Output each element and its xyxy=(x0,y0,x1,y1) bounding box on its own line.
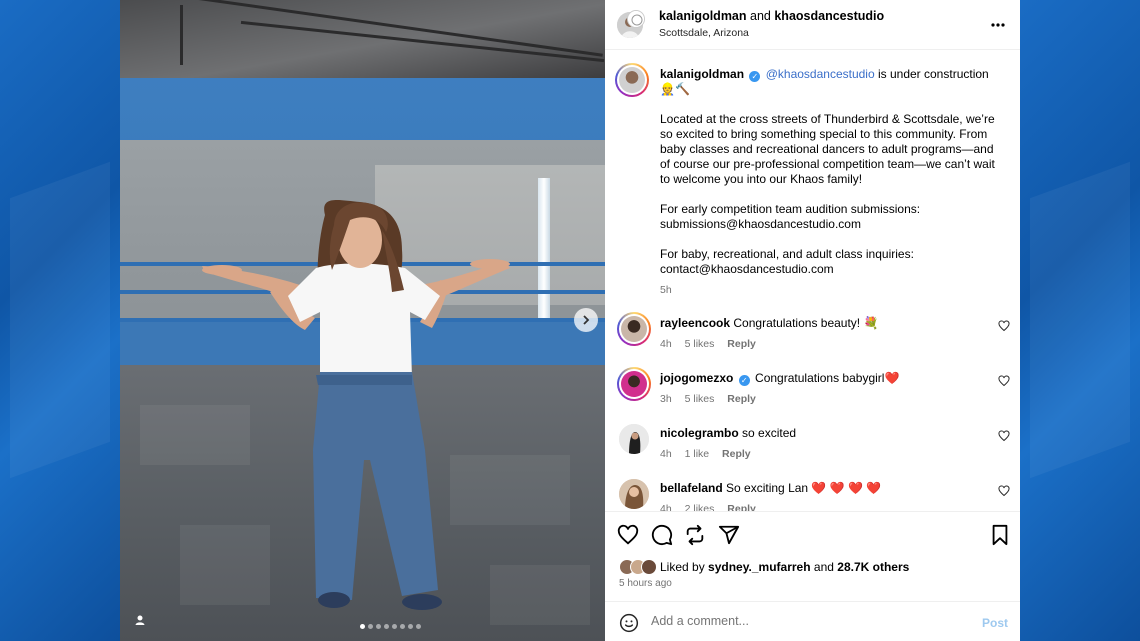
carousel-next-button[interactable] xyxy=(574,308,598,332)
author-username[interactable]: kalanigoldman xyxy=(659,9,747,23)
comment-likes[interactable]: 2 likes xyxy=(685,503,715,511)
liker-username[interactable]: sydney._mufarreh xyxy=(708,560,811,574)
comment-reply-button[interactable]: Reply xyxy=(727,338,756,350)
likes-summary[interactable]: Liked by sydney._mufarreh and 28.7K othe… xyxy=(619,559,909,575)
comment-avatar[interactable] xyxy=(617,367,651,401)
collaborator-username[interactable]: khaosdancestudio xyxy=(774,9,884,23)
likes-joiner: and xyxy=(813,560,834,574)
comment-likes[interactable]: 5 likes xyxy=(685,338,715,350)
comment-likes[interactable]: 5 likes xyxy=(685,393,715,405)
caption-text: kalanigoldman ✓ @khaosdancestudio is und… xyxy=(660,67,1005,298)
chevron-right-icon xyxy=(583,315,590,325)
comment-item: bellafeland So exciting Lan ❤️ ❤️ ❤️ ❤️ … xyxy=(605,477,1020,511)
comment-avatar[interactable] xyxy=(617,312,651,346)
comment-reply-button[interactable]: Reply xyxy=(727,503,756,511)
likes-prefix: Liked by xyxy=(660,560,705,574)
bookmark-icon[interactable] xyxy=(989,524,1011,546)
comments-scroll-area[interactable]: kalanigoldman ✓ @khaosdancestudio is und… xyxy=(605,51,1020,511)
comment-body: So exciting Lan ❤️ ❤️ ❤️ ❤️ xyxy=(726,481,882,495)
carousel-dot xyxy=(383,624,389,629)
verified-badge-icon: ✓ xyxy=(738,375,750,386)
comment-avatar[interactable] xyxy=(619,479,649,509)
caption-paragraph-1: Located at the cross streets of Thunderb… xyxy=(660,112,995,186)
comment-meta: 4h 1 like Reply xyxy=(660,448,761,460)
comment-like-heart-icon[interactable] xyxy=(998,485,1010,497)
comment-text: jojogomezxo ✓ Congratulations babygirl❤️ xyxy=(660,371,980,386)
comment-time[interactable]: 4h xyxy=(660,503,672,511)
comment-username[interactable]: rayleencook xyxy=(660,316,730,330)
post-author-names: kalanigoldman and khaosdancestudio xyxy=(659,9,884,23)
caption-paragraph-2-line-1: For early competition team audition subm… xyxy=(660,202,921,216)
comment-time[interactable]: 3h xyxy=(660,393,672,405)
comment-item: jojogomezxo ✓ Congratulations babygirl❤️… xyxy=(605,367,1020,417)
repost-icon[interactable] xyxy=(684,524,706,546)
carousel-dots xyxy=(120,624,605,629)
comment-username[interactable]: bellafeland xyxy=(660,481,723,495)
caption-paragraph-2-line-2: submissions@khaosdancestudio.com xyxy=(660,217,861,231)
liker-avatar xyxy=(641,559,657,575)
comment-avatar[interactable] xyxy=(619,424,649,454)
person-figure xyxy=(202,199,510,610)
comment-username[interactable]: nicolegrambo xyxy=(660,426,739,440)
post-age[interactable]: 5 hours ago xyxy=(619,578,672,589)
post-details-panel: kalanigoldman and khaosdancestudio Scott… xyxy=(605,0,1020,641)
comment-item: nicolegrambo so excited 4h 1 like Reply xyxy=(605,422,1020,472)
comment-reply-button[interactable]: Reply xyxy=(722,448,751,460)
comment-reply-button[interactable]: Reply xyxy=(727,393,756,405)
author-joiner: and xyxy=(750,9,771,23)
comment-like-heart-icon[interactable] xyxy=(998,320,1010,332)
comment-text: bellafeland So exciting Lan ❤️ ❤️ ❤️ ❤️ xyxy=(660,481,980,496)
share-icon[interactable] xyxy=(718,524,740,546)
comment-like-heart-icon[interactable] xyxy=(998,375,1010,387)
post-comment-button[interactable]: Post xyxy=(982,616,1008,630)
comment-icon[interactable] xyxy=(651,524,673,546)
comment-username[interactable]: jojogomezxo xyxy=(660,371,733,385)
post-header: kalanigoldman and khaosdancestudio Scott… xyxy=(605,0,1020,50)
caption-time[interactable]: 5h xyxy=(660,283,1005,298)
comment-item: rayleencook Congratulations beauty! 💐 4h… xyxy=(605,312,1020,362)
comment-like-heart-icon[interactable] xyxy=(998,430,1010,442)
heart-icon[interactable] xyxy=(617,524,639,546)
more-icon xyxy=(991,23,1005,27)
caption-paragraph-2: For early competition team audition subm… xyxy=(660,202,1005,232)
caption-username[interactable]: kalanigoldman xyxy=(660,67,744,81)
post-actions: Liked by sydney._mufarreh and 28.7K othe… xyxy=(605,511,1020,641)
carousel-dot xyxy=(359,624,365,629)
more-options-button[interactable] xyxy=(990,15,1006,33)
comment-meta: 3h 5 likes Reply xyxy=(660,393,766,405)
background-left xyxy=(0,0,120,641)
caption-avatar[interactable] xyxy=(615,63,649,97)
collaborator-avatar[interactable] xyxy=(627,10,645,28)
comment-input[interactable] xyxy=(651,614,951,628)
carousel-dot xyxy=(367,624,373,629)
comment-time[interactable]: 4h xyxy=(660,338,672,350)
comment-text: nicolegrambo so excited xyxy=(660,426,980,441)
comment-meta: 4h 2 likes Reply xyxy=(660,503,766,511)
likes-text: Liked by sydney._mufarreh and 28.7K othe… xyxy=(660,560,909,574)
post-location[interactable]: Scottsdale, Arizona xyxy=(659,27,749,39)
comment-time[interactable]: 4h xyxy=(660,448,672,460)
comment-likes[interactable]: 1 like xyxy=(685,448,710,460)
post-photo[interactable] xyxy=(120,0,605,641)
caption-paragraph-3-line-2: contact@khaosdancestudio.com xyxy=(660,262,834,276)
comment-text: rayleencook Congratulations beauty! 💐 xyxy=(660,316,980,331)
caption-mention[interactable]: @khaosdancestudio xyxy=(766,67,875,81)
carousel-dot xyxy=(375,624,381,629)
add-comment-bar: Post xyxy=(605,601,1020,641)
comment-body: Congratulations beauty! 💐 xyxy=(733,316,879,330)
comment-meta: 4h 5 likes Reply xyxy=(660,338,766,350)
verified-badge-icon: ✓ xyxy=(749,71,761,82)
comment-body: Congratulations babygirl❤️ xyxy=(755,371,900,385)
carousel-dot xyxy=(399,624,405,629)
likes-others[interactable]: 28.7K others xyxy=(837,560,909,574)
carousel-dot xyxy=(407,624,413,629)
carousel-dot xyxy=(391,624,397,629)
comment-body: so excited xyxy=(742,426,797,440)
caption-paragraph-3-line-1: For baby, recreational, and adult class … xyxy=(660,247,914,261)
background-right xyxy=(1020,0,1140,641)
caption-paragraph-3: For baby, recreational, and adult class … xyxy=(660,247,1005,277)
emoji-icon[interactable] xyxy=(619,613,639,633)
carousel-dot xyxy=(415,624,421,629)
